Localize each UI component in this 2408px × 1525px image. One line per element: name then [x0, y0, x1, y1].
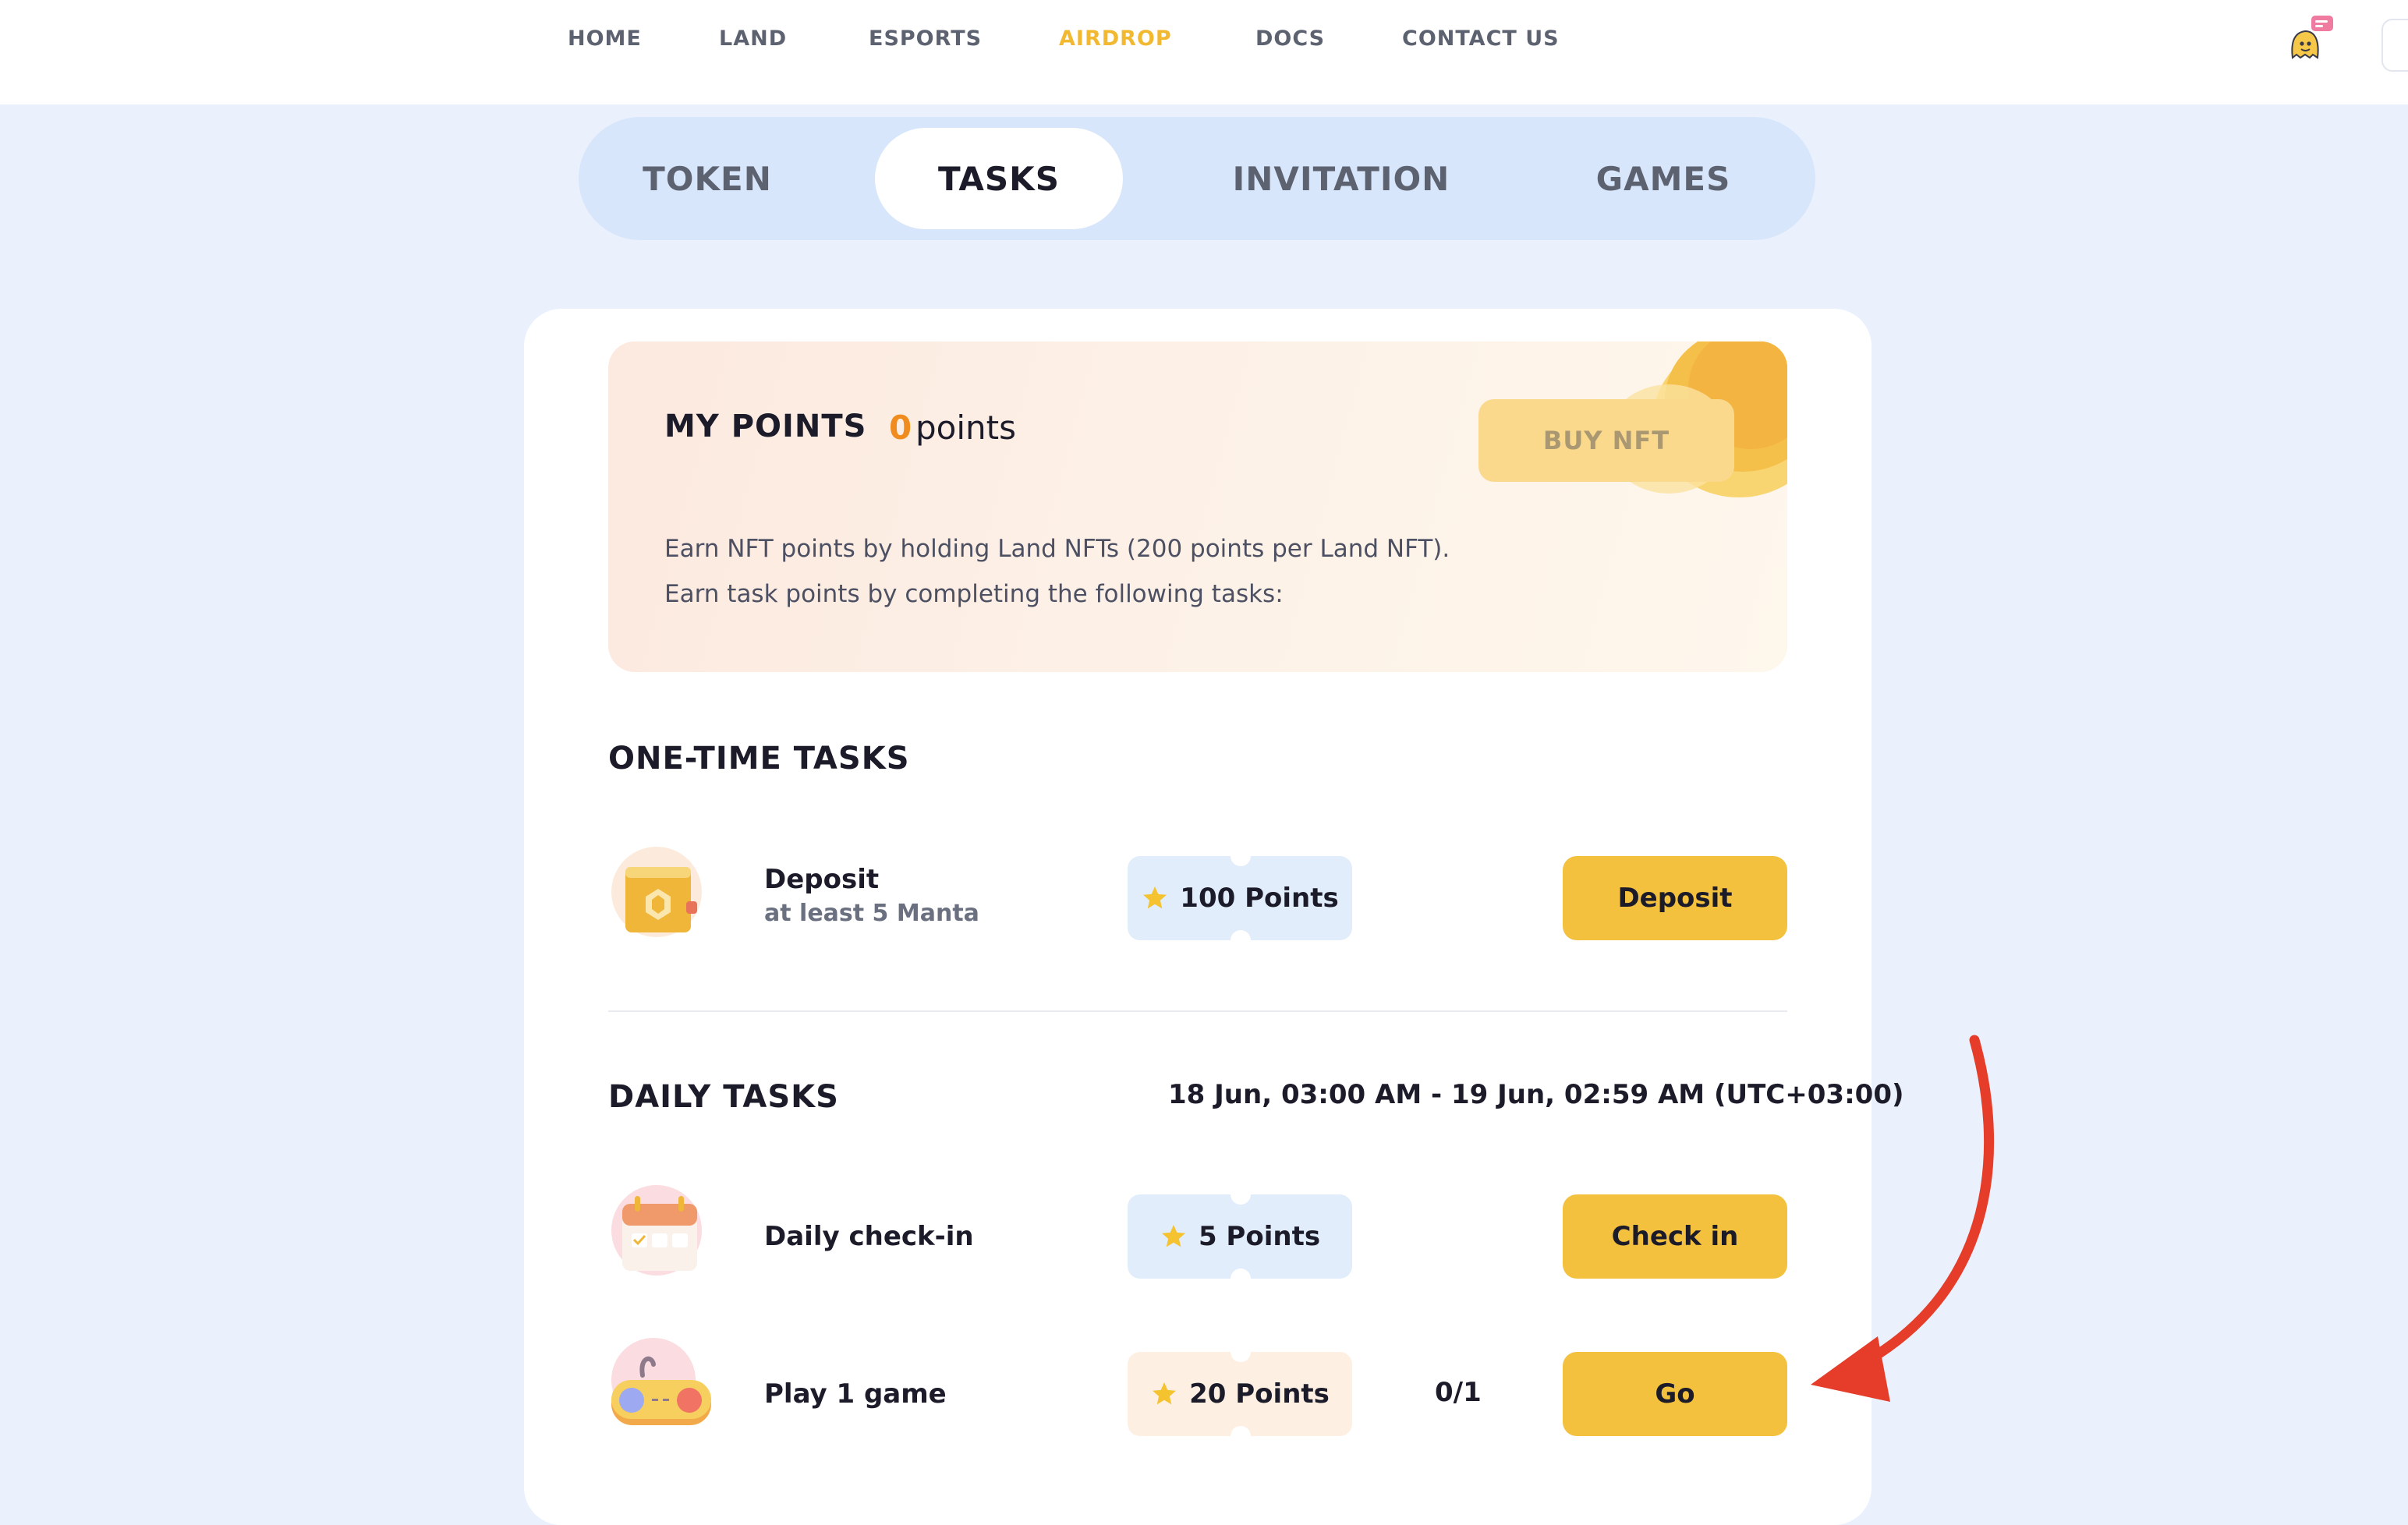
my-points-unit: points: [915, 409, 1016, 447]
buy-nft-button[interactable]: BUY NFT: [1478, 399, 1734, 482]
one-time-tasks-title: ONE-TIME TASKS: [608, 741, 910, 777]
wallet-icon: [611, 847, 702, 937]
tab-games[interactable]: GAMES: [1558, 128, 1769, 229]
top-nav-bar: HOME LAND ESPORTS AIRDROP DOCS CONTACT U…: [0, 0, 2408, 104]
nav-airdrop[interactable]: AIRDROP: [1059, 27, 1172, 51]
task-deposit-sub: at least 5 Manta: [764, 900, 979, 927]
task-checkin-name: Daily check-in: [764, 1221, 974, 1252]
points-description-nft: Earn NFT points by holding Land NFTs (20…: [664, 535, 1450, 563]
points-badge-play-game: 20 Points: [1128, 1352, 1352, 1436]
section-tabs: TOKEN TASKS INVITATION GAMES: [579, 117, 1815, 240]
star-icon: [1153, 1382, 1177, 1405]
points-badge-label: 5 Points: [1198, 1221, 1321, 1252]
points-badge-label: 100 Points: [1180, 883, 1339, 914]
nav-home[interactable]: HOME: [568, 27, 642, 51]
nav-docs[interactable]: DOCS: [1255, 27, 1325, 51]
points-badge-deposit: 100 Points: [1128, 856, 1352, 940]
daily-tasks-title: DAILY TASKS: [608, 1079, 839, 1115]
deposit-button[interactable]: Deposit: [1563, 856, 1787, 940]
check-in-button[interactable]: Check in: [1563, 1194, 1787, 1279]
gamepad-icon: [611, 1338, 711, 1425]
points-badge-checkin: 5 Points: [1128, 1194, 1352, 1279]
task-deposit-name: Deposit: [764, 864, 880, 895]
nav-land[interactable]: LAND: [719, 27, 787, 51]
ghost-notification-icon[interactable]: [2283, 14, 2335, 65]
tab-invitation[interactable]: INVITATION: [1209, 128, 1474, 229]
section-divider: [608, 1010, 1787, 1012]
tab-token[interactable]: TOKEN: [610, 128, 805, 229]
my-points-panel: [608, 341, 1787, 672]
points-description-tasks: Earn task points by completing the follo…: [664, 580, 1284, 608]
calendar-icon: [611, 1185, 702, 1276]
star-icon: [1143, 886, 1167, 909]
account-button[interactable]: [2381, 19, 2408, 72]
my-points-value: 0: [889, 409, 912, 447]
tab-tasks[interactable]: TASKS: [875, 128, 1123, 229]
star-icon: [1161, 1225, 1185, 1247]
my-points-title: MY POINTS: [664, 409, 867, 444]
points-badge-label: 20 Points: [1189, 1378, 1330, 1410]
nav-contact-us[interactable]: CONTACT US: [1402, 27, 1560, 51]
annotation-arrow-icon: [1811, 1035, 1995, 1402]
go-button[interactable]: Go: [1563, 1352, 1787, 1436]
task-play-game-name: Play 1 game: [764, 1378, 947, 1410]
task-progress: 0/1: [1435, 1377, 1482, 1408]
nav-esports[interactable]: ESPORTS: [869, 27, 982, 51]
